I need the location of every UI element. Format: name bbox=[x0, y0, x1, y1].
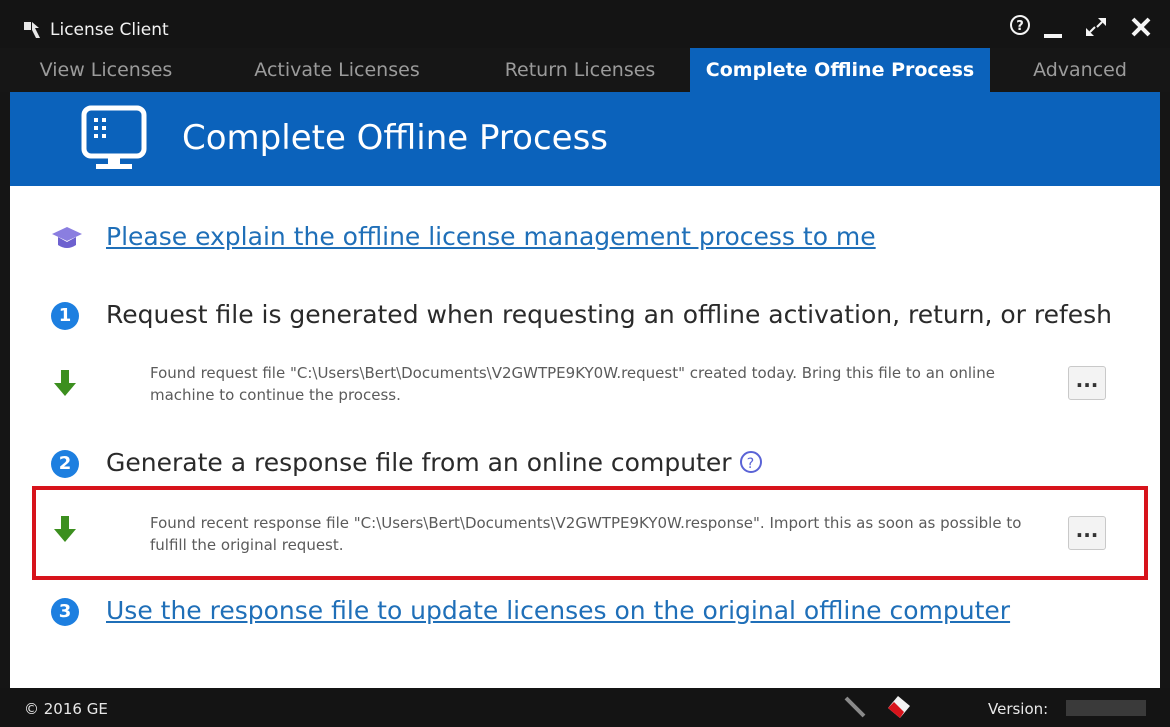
svg-text:?: ? bbox=[1016, 19, 1024, 34]
page-title: Complete Offline Process bbox=[182, 118, 608, 158]
explain-process-link[interactable]: Please explain the offline license manag… bbox=[106, 222, 876, 251]
expand-icon bbox=[1086, 18, 1106, 36]
version-value-redacted bbox=[1066, 700, 1146, 716]
maximize-button[interactable] bbox=[1080, 14, 1112, 44]
page-header: Complete Offline Process bbox=[10, 92, 1160, 186]
tab-complete-offline-process[interactable]: Complete Offline Process bbox=[690, 48, 990, 92]
version-label: Version: bbox=[988, 700, 1049, 718]
step-1-text: Request file is generated when requestin… bbox=[106, 300, 1113, 329]
graduation-cap-icon bbox=[52, 227, 82, 248]
status-bar: © 2016 GE Version: bbox=[0, 688, 1170, 727]
wand-icon bbox=[844, 696, 866, 718]
request-file-browse-button[interactable]: ... bbox=[1068, 366, 1106, 400]
down-arrow-icon bbox=[54, 516, 76, 542]
eraser-icon[interactable] bbox=[884, 694, 912, 720]
step-2-badge: 2 bbox=[51, 450, 79, 478]
step-2-help-icon[interactable]: ? bbox=[739, 451, 762, 473]
step-3-link[interactable]: Use the response file to update licenses… bbox=[106, 596, 1010, 625]
close-button[interactable] bbox=[1125, 14, 1157, 44]
response-file-message: Found recent response file "C:\Users\Ber… bbox=[150, 514, 1022, 554]
close-icon bbox=[1131, 17, 1151, 37]
help-icon: ? bbox=[1010, 15, 1030, 35]
step-1-badge: 1 bbox=[51, 302, 79, 330]
response-file-browse-button[interactable]: ... bbox=[1068, 516, 1106, 550]
window-title: License Client bbox=[50, 20, 169, 40]
tab-bar: View Licenses Activate Licenses Return L… bbox=[0, 48, 1170, 92]
tab-activate-licenses[interactable]: Activate Licenses bbox=[228, 48, 446, 92]
step-2-text: Generate a response file from an online … bbox=[106, 448, 732, 477]
tab-advanced[interactable]: Advanced bbox=[1010, 48, 1150, 92]
minimize-button[interactable] bbox=[1038, 14, 1068, 44]
minimize-icon bbox=[1044, 34, 1062, 38]
down-arrow-icon bbox=[54, 370, 76, 396]
tab-return-licenses[interactable]: Return Licenses bbox=[480, 48, 680, 92]
copyright-text: © 2016 GE bbox=[24, 700, 108, 718]
app-logo-icon bbox=[24, 22, 40, 38]
tab-view-licenses[interactable]: View Licenses bbox=[20, 48, 192, 92]
title-bar: License Client ? bbox=[0, 0, 1170, 48]
step-2-row: Generate a response file from an online … bbox=[106, 448, 762, 477]
step-3-badge: 3 bbox=[51, 598, 79, 626]
main-content: Please explain the offline license manag… bbox=[10, 186, 1160, 688]
license-client-window: License Client ? View Licenses Activate … bbox=[0, 0, 1170, 727]
monitor-icon bbox=[81, 105, 147, 169]
request-file-message: Found request file "C:\Users\Bert\Docume… bbox=[150, 364, 995, 404]
help-button[interactable]: ? bbox=[1006, 14, 1034, 44]
